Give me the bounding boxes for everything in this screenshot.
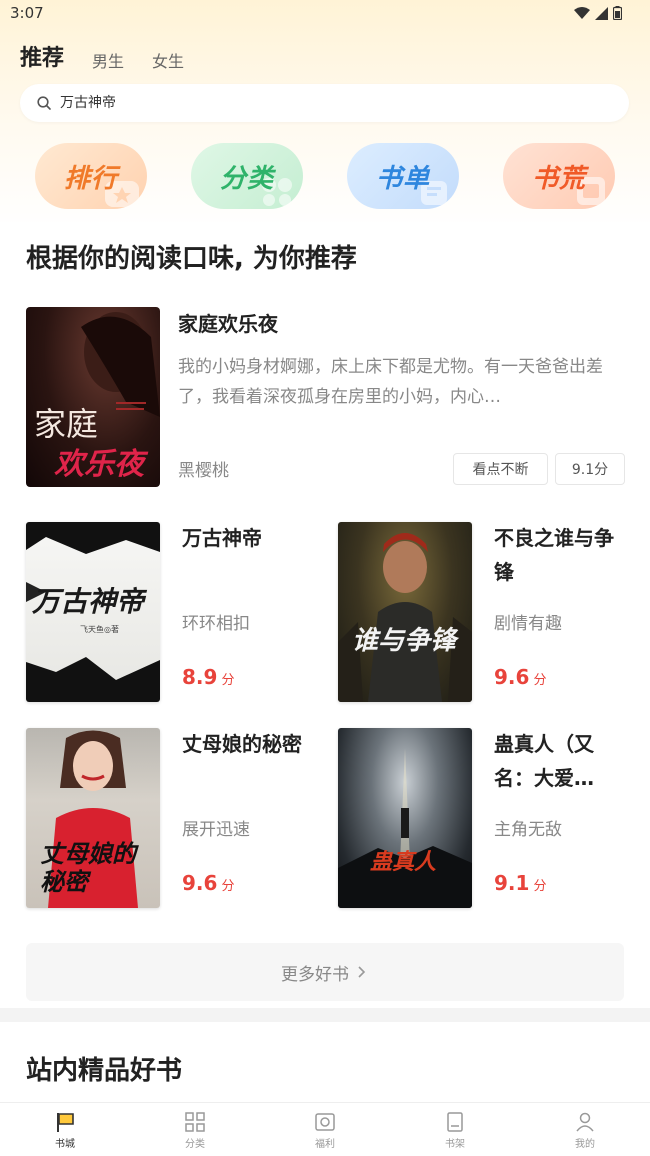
book-cover-title: 万古神帝 [32,585,145,618]
featured-tag-score: 9.1分 [555,453,625,485]
search-icon [37,96,51,110]
recommend-section-title: 根据你的阅读口味, 为你推荐 [26,244,357,274]
score-unit: 分 [221,879,235,894]
nav-category[interactable]: 分类 [130,1103,260,1156]
nav-bookshelf-label: 书架 [445,1139,465,1150]
featured-book-cover[interactable]: 家庭 欢乐夜 [26,307,160,487]
book-title[interactable]: 蛊真人（又名：大爱… [494,727,624,795]
book-tag: 环环相扣 [182,614,250,634]
gift-icon [315,1113,335,1131]
wifi-icon [574,6,590,19]
chevron-right-icon [358,966,366,978]
featured-book-desc: 我的小妈身材婀娜，床上床下都是尤物。有一天爸爸出差了，我看着深夜孤身在房里的小妈… [178,357,603,407]
book-cover-author: 飞天鱼◎著 [80,625,119,634]
book-score-value: 9.6 [494,665,530,689]
book-score: 9.1 分 [494,871,546,895]
status-time: 3:07 [10,4,44,22]
book-cover-title: 丈母娘的秘密 [40,839,136,896]
book-cover-art [338,533,472,702]
score-unit: 分 [221,673,235,688]
book-title[interactable]: 丈母娘的秘密 [182,727,312,761]
featured-book-author: 黑樱桃 [178,461,229,481]
tab-recommend[interactable]: 推荐 [20,40,64,74]
category-shortcut-label: 分类 [219,163,274,194]
profile-icon [576,1112,594,1132]
book-tag: 展开迅速 [182,820,250,840]
score-unit: 分 [533,673,547,688]
book-cover[interactable]: 万古神帝 飞天鱼◎著 [26,522,160,702]
shortcut-row: 排行 分类 书单 书荒 [35,143,615,209]
ranking-shortcut-label: 排行 [63,163,118,194]
category-grid-icon [185,1112,205,1132]
featured-book-title[interactable]: 家庭欢乐夜 [178,308,278,337]
score-unit: 分 [533,879,547,894]
nav-bookstore-label: 书城 [55,1139,75,1150]
book-score: 9.6 分 [182,871,234,895]
nav-profile[interactable]: 我的 [520,1103,650,1156]
category-shortcut-button[interactable]: 分类 [191,143,303,209]
featured-cover-title-2: 欢乐夜 [54,447,144,482]
nav-welfare-label: 福利 [315,1139,335,1150]
book-title[interactable]: 不良之谁与争锋 [494,521,624,589]
premium-books-title: 站内精品好书 [26,1056,183,1086]
bookshelf-icon [447,1112,463,1132]
more-books-label: 更多好书 [281,964,349,985]
booklist-shortcut-button[interactable]: 书单 [347,143,459,209]
book-cover[interactable]: 蛊真人 [338,728,472,908]
book-score-value: 9.1 [494,871,530,895]
status-bar: 3:07 [0,0,650,28]
book-tag: 剧情有趣 [494,614,562,634]
book-score-value: 8.9 [182,665,218,689]
channel-tabs: 推荐 男生 女生 [20,40,184,74]
book-cover-title: 蛊真人 [370,849,437,875]
booklist-shortcut-label: 书单 [375,163,430,194]
tab-male[interactable]: 男生 [92,48,124,74]
bookstore-flag-icon [57,1113,74,1132]
nav-profile-label: 我的 [575,1139,595,1150]
book-title[interactable]: 万古神帝 [182,521,312,555]
signal-icon [595,6,608,20]
book-score: 8.9 分 [182,665,234,689]
ranking-shortcut-button[interactable]: 排行 [35,143,147,209]
nav-bookstore[interactable]: 书城 [0,1103,130,1156]
book-cover[interactable]: 丈母娘的秘密 [26,728,160,908]
battery-icon [613,6,622,20]
status-icons [574,6,622,20]
nav-category-label: 分类 [185,1139,205,1150]
more-books-button[interactable]: 更多好书 [26,943,624,1001]
book-score: 9.6 分 [494,665,546,689]
search-input[interactable] [58,94,582,112]
book-shortage-shortcut-label: 书荒 [531,163,586,194]
tab-female[interactable]: 女生 [152,48,184,74]
search-bar[interactable] [20,84,629,122]
book-shortage-shortcut-button[interactable]: 书荒 [503,143,615,209]
book-cover-title: 谁与争锋 [352,626,457,656]
book-cover-art [338,748,472,908]
book-cover[interactable]: 谁与争锋 [338,522,472,702]
book-score-value: 9.6 [182,871,218,895]
nav-welfare[interactable]: 福利 [260,1103,390,1156]
nav-bookshelf[interactable]: 书架 [390,1103,520,1156]
featured-tag-highlight: 看点不断 [453,453,548,485]
bottom-nav: 书城 分类 福利 书架 我的 [0,1102,650,1156]
book-tag: 主角无敌 [494,820,562,840]
